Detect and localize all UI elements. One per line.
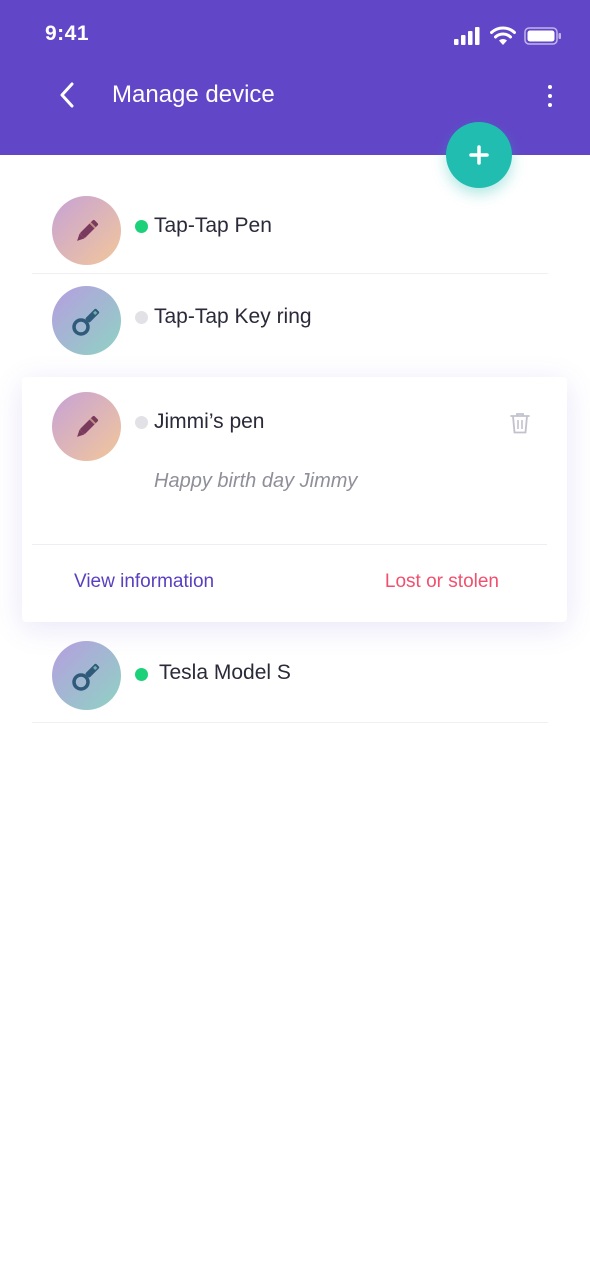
more-vert-icon	[548, 85, 552, 89]
status-dot-online	[135, 668, 148, 681]
key-icon	[71, 663, 99, 691]
device-row[interactable]: Tesla Model S	[32, 641, 548, 723]
card-divider	[32, 544, 547, 545]
device-card-expanded[interactable]: Jimmi’s pen Happy birth day Jimmy View i…	[22, 377, 567, 622]
more-menu-button[interactable]	[540, 82, 560, 110]
status-icons	[454, 26, 562, 45]
status-dot-online	[135, 220, 148, 233]
plus-icon	[469, 145, 489, 165]
battery-icon	[524, 26, 561, 45]
pen-icon	[76, 219, 98, 241]
device-avatar	[52, 392, 121, 461]
pen-icon	[76, 415, 98, 437]
device-avatar	[52, 196, 121, 265]
status-dot-offline	[135, 416, 148, 429]
device-avatar	[52, 286, 121, 355]
back-button[interactable]	[50, 78, 84, 112]
trash-icon	[510, 413, 530, 434]
delete-button[interactable]	[510, 412, 532, 436]
status-time: 9:41	[45, 22, 90, 45]
device-name: Tesla Model S	[159, 661, 291, 684]
lost-or-stolen-button[interactable]: Lost or stolen	[385, 571, 499, 593]
key-icon	[71, 308, 99, 336]
view-information-button[interactable]: View information	[74, 571, 214, 593]
row-divider	[32, 273, 548, 274]
status-dot-offline	[135, 311, 148, 324]
device-avatar	[52, 641, 121, 710]
device-name: Jimmi’s pen	[154, 410, 265, 433]
device-name: Tap-Tap Key ring	[154, 305, 312, 328]
row-divider	[32, 722, 548, 723]
device-row[interactable]: Tap-Tap Key ring	[32, 286, 548, 364]
signal-icon	[454, 26, 480, 45]
device-row[interactable]: Tap-Tap Pen	[32, 196, 548, 274]
add-device-button[interactable]	[446, 122, 512, 188]
device-name: Tap-Tap Pen	[154, 214, 272, 237]
device-note: Happy birth day Jimmy	[154, 470, 358, 492]
wifi-icon	[490, 26, 516, 45]
back-arrow-icon	[60, 82, 74, 108]
page-title: Manage device	[112, 81, 275, 108]
